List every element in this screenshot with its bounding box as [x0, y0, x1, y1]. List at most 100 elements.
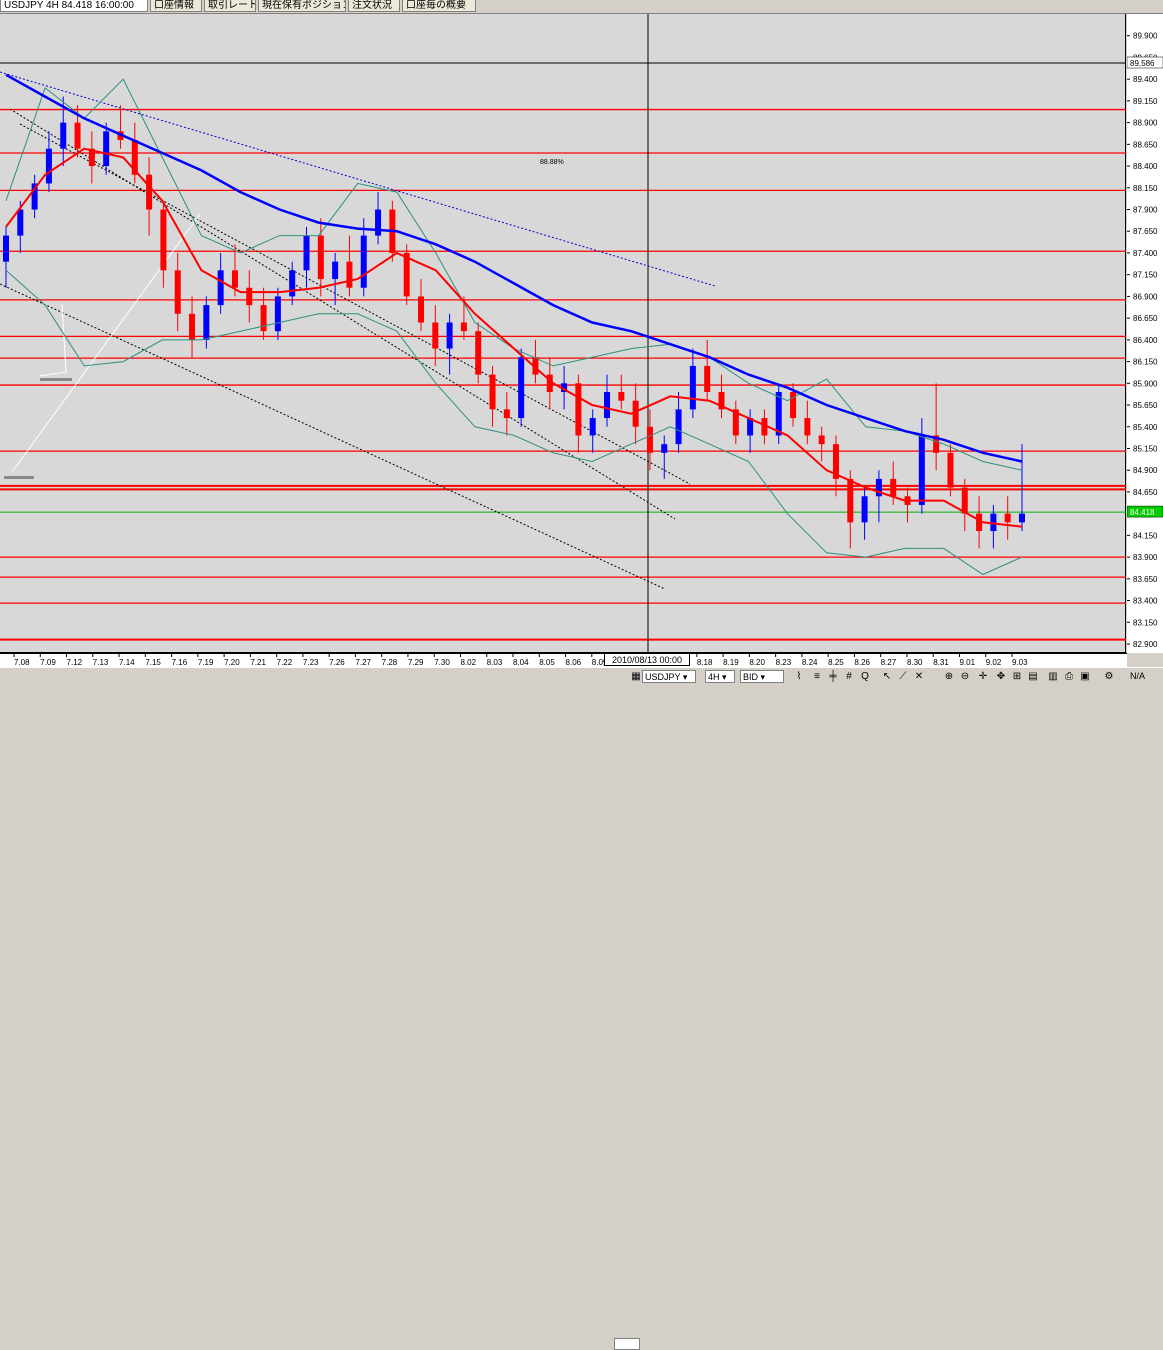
date-tick-label: 8.03 [487, 658, 503, 667]
candle-body [918, 435, 925, 505]
candle-body [775, 392, 782, 436]
fib-marker [40, 378, 72, 381]
symbol-select[interactable]: USDJPY ▾ [642, 670, 696, 683]
price-type-select[interactable]: BID ▾ [740, 670, 784, 683]
date-tick-label: 7.19 [198, 658, 214, 667]
indicator-icon[interactable]: ⊞ [1010, 670, 1024, 683]
candle-body [417, 296, 424, 323]
date-tick-label: 8.04 [513, 658, 529, 667]
candle-body [475, 331, 482, 375]
candle-body [575, 383, 582, 436]
tab-open-positions[interactable]: 現在保有ポジション [258, 0, 346, 12]
candle-body [847, 478, 854, 523]
tab-chart-usdjpy[interactable]: USDJPY 4H 84.418 16:00:00 [0, 0, 148, 12]
candle-body [804, 418, 811, 436]
price-tick-label: 83.400 [1133, 597, 1158, 606]
price-tick-label: 89.400 [1133, 75, 1158, 84]
tab-account-summary[interactable]: 口座毎の概要 [402, 0, 476, 12]
price-tick-label: 84.650 [1133, 488, 1158, 497]
price-tick-label: 86.150 [1133, 358, 1158, 367]
price-tick-label: 84.150 [1133, 531, 1158, 540]
date-tick-label: 8.18 [697, 658, 713, 667]
date-tick-label: 8.30 [907, 658, 923, 667]
candle-body [246, 287, 253, 306]
price-tick-label: 87.900 [1133, 206, 1158, 215]
candle-body [146, 174, 153, 210]
candle-body [818, 435, 825, 445]
date-tick-label: 8.31 [933, 658, 949, 667]
candle-body [317, 235, 324, 280]
scroll-thumb[interactable] [614, 1338, 640, 1350]
candle-body [289, 270, 296, 297]
print-icon[interactable]: ⎙ [1062, 670, 1076, 683]
current-price-label: 84.418 [1130, 508, 1155, 517]
chart-plot-area[interactable]: 88.88% [0, 14, 1126, 653]
na-label: N/A [1130, 671, 1146, 681]
date-tick-label: 7.09 [40, 658, 56, 667]
grid-toggle-icon[interactable]: # [842, 670, 856, 683]
date-tick-label: 7.21 [250, 658, 266, 667]
moving-average-fast-line [5, 147, 1023, 528]
candle-body [332, 261, 339, 280]
price-tick-label: 88.900 [1133, 119, 1158, 128]
candle-body [460, 322, 467, 332]
timeframe-select[interactable]: 4H ▾ [705, 670, 735, 683]
candle-body [3, 235, 9, 262]
price-tick-label: 87.150 [1133, 271, 1158, 280]
date-tick-label: 8.26 [854, 658, 870, 667]
save-icon[interactable]: ▣ [1078, 670, 1092, 683]
candle-body [260, 305, 267, 332]
candle-chart-icon[interactable]: ╪ [826, 670, 840, 683]
candle-body [74, 122, 81, 149]
candle-body [1019, 513, 1025, 523]
date-tick-label: 8.27 [881, 658, 897, 667]
date-tick-label: 8.25 [828, 658, 844, 667]
price-tick-label: 87.650 [1133, 227, 1158, 236]
price-chart[interactable]: 88.88% [0, 14, 1126, 653]
tab-account-info[interactable]: 口座情報 [150, 0, 202, 12]
properties-icon[interactable]: ▥ [1046, 670, 1060, 683]
fib-marker [4, 476, 34, 479]
price-tick-label: 82.900 [1133, 640, 1158, 649]
date-tick-label: 7.27 [355, 658, 371, 667]
template-icon[interactable]: ▤ [1026, 670, 1040, 683]
fibonacci-line [39, 303, 67, 377]
candle-body [947, 452, 954, 488]
date-tick-label: 8.05 [539, 658, 555, 667]
line-chart-icon[interactable]: ⌇ [792, 670, 806, 683]
cross-icon[interactable]: ✛ [976, 670, 990, 683]
candle-body [961, 487, 968, 514]
chart-settings-icon[interactable]: ⚙ [1102, 670, 1116, 683]
cursor-icon[interactable]: ↖ [880, 670, 894, 683]
price-axis[interactable]: 89.90089.65089.40089.15088.90088.65088.4… [1126, 14, 1163, 653]
candle-body [704, 365, 711, 392]
crosshair-time-label: 2010/08/13 00:00 [604, 653, 690, 666]
candle-body [160, 209, 167, 271]
price-tick-label: 83.150 [1133, 618, 1158, 627]
price-tick-label: 88.150 [1133, 184, 1158, 193]
bollinger-upper-line [5, 78, 1023, 471]
price-tick-label: 86.650 [1133, 314, 1158, 323]
zoom-out-icon[interactable]: ⊖ [958, 670, 972, 683]
date-tick-label: 7.14 [119, 658, 135, 667]
bar-chart-icon[interactable]: ≡ [810, 670, 824, 683]
date-tick-label: 7.23 [303, 658, 319, 667]
fibonacci-line [11, 213, 201, 473]
quote-icon[interactable]: Q [858, 670, 872, 683]
date-axis-scale: 7.08 7.09 7.12 7.13 7.14 7.15 7.16 7.19 7.20 7.21… [13, 654, 1028, 667]
price-tick-label: 86.900 [1133, 292, 1158, 301]
price-tick-label: 85.400 [1133, 423, 1158, 432]
grid-icon[interactable]: ▦ [629, 670, 643, 683]
date-tick-label: 9.02 [986, 658, 1002, 667]
ray-icon[interactable]: ✕ [912, 670, 926, 683]
date-tick-label: 9.01 [959, 658, 975, 667]
pan-icon[interactable]: ✥ [994, 670, 1008, 683]
trendline-icon[interactable]: ⟋ [896, 670, 910, 683]
bollinger-lower-line [5, 269, 1023, 576]
tab-trading-rates[interactable]: 取引レート [204, 0, 256, 12]
zoom-in-icon[interactable]: ⊕ [942, 670, 956, 683]
tab-order-status[interactable]: 注文状況 [348, 0, 400, 12]
date-axis[interactable]: 7.08 7.09 7.12 7.13 7.14 7.15 7.16 7.19 7.20 7.21… [0, 653, 1127, 667]
date-tick-label: 7.26 [329, 658, 345, 667]
candle-body [618, 392, 625, 401]
